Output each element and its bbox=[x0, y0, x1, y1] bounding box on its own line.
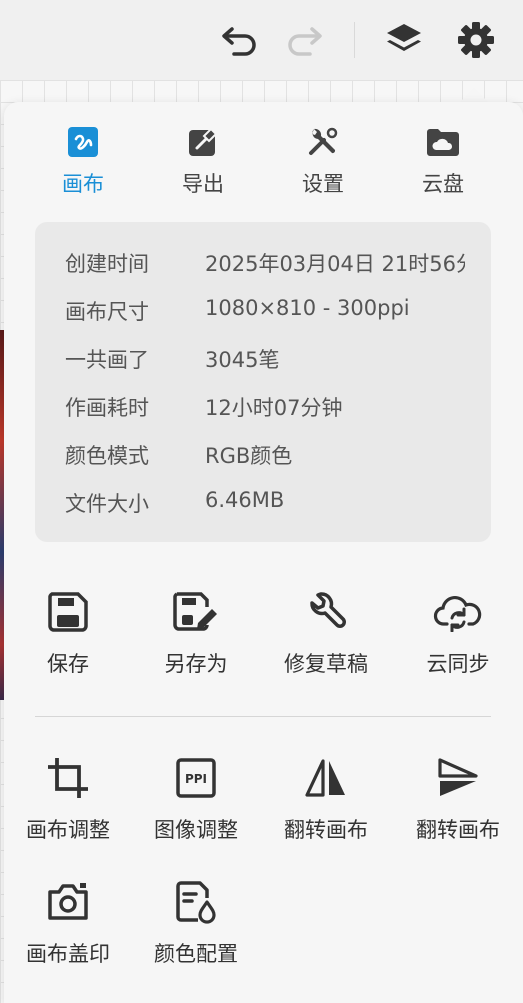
section-divider bbox=[35, 716, 491, 717]
canvas-adjust-button[interactable]: 画布调整 bbox=[8, 754, 128, 844]
flip-canvas-horizontal-button[interactable]: 翻转画布 bbox=[266, 754, 386, 844]
settings-button[interactable] bbox=[454, 18, 498, 62]
info-value: 2025年03月04日 21时56分 bbox=[205, 252, 465, 276]
tools-icon bbox=[309, 127, 338, 155]
cloud-drive-icon bbox=[427, 129, 459, 156]
save-button[interactable]: 保存 bbox=[8, 588, 128, 678]
tab-canvas[interactable]: 画布 bbox=[28, 124, 138, 198]
info-key: 颜色模式 bbox=[65, 444, 149, 468]
color-config-button[interactable]: 颜色配置 bbox=[136, 878, 256, 968]
color-file-icon bbox=[176, 881, 216, 924]
redo-button[interactable] bbox=[282, 18, 326, 62]
repair-draft-button[interactable]: 修复草稿 bbox=[266, 588, 386, 678]
info-value: RGB颜色 bbox=[205, 444, 293, 468]
flip-canvas-horizontal-label: 翻转画布 bbox=[284, 818, 368, 842]
info-value: 1080×810 - 300ppi bbox=[205, 296, 410, 320]
tab-canvas-label: 画布 bbox=[62, 172, 104, 196]
info-value: 12小时07分钟 bbox=[205, 396, 343, 420]
redo-icon bbox=[288, 27, 322, 56]
flip-horizontal-icon bbox=[305, 759, 345, 797]
tab-export-label: 导出 bbox=[182, 172, 224, 196]
info-key: 文件大小 bbox=[65, 492, 149, 516]
panel-pointer bbox=[460, 88, 488, 102]
canvas-adjust-label: 画布调整 bbox=[26, 818, 110, 842]
export-icon bbox=[189, 127, 218, 156]
layers-icon bbox=[387, 24, 421, 51]
info-value: 3045笔 bbox=[205, 348, 280, 372]
toolbar-divider bbox=[354, 22, 355, 58]
flip-canvas-vertical-button[interactable]: 翻转画布 bbox=[398, 754, 518, 844]
top-toolbar bbox=[0, 0, 523, 80]
settings-icon bbox=[458, 22, 494, 58]
wrench-icon bbox=[310, 592, 346, 628]
save-icon bbox=[48, 592, 88, 632]
info-key: 一共画了 bbox=[65, 348, 149, 372]
color-config-label: 颜色配置 bbox=[154, 942, 238, 966]
info-key: 创建时间 bbox=[65, 252, 149, 276]
tab-cloud-drive-label: 云盘 bbox=[422, 172, 464, 196]
canvas-info-box: 创建时间 2025年03月04日 21时56分 画布尺寸 1080×810 - … bbox=[35, 222, 491, 542]
canvas-icon bbox=[68, 127, 98, 157]
save-label: 保存 bbox=[47, 652, 89, 676]
crop-icon bbox=[48, 758, 88, 798]
undo-icon bbox=[222, 27, 256, 56]
undo-button[interactable] bbox=[218, 18, 262, 62]
flip-vertical-icon bbox=[438, 758, 478, 796]
save-as-label: 另存为 bbox=[164, 652, 228, 676]
canvas-stamp-button[interactable]: 画布盖印 bbox=[8, 878, 128, 968]
canvas-stamp-label: 画布盖印 bbox=[26, 942, 110, 966]
image-adjust-button[interactable]: PPI 图像调整 bbox=[136, 754, 256, 844]
tab-settings-label: 设置 bbox=[302, 172, 344, 196]
tab-cloud-drive[interactable]: 云盘 bbox=[388, 124, 498, 198]
cloud-sync-button[interactable]: 云同步 bbox=[398, 588, 518, 678]
save-as-button[interactable]: 另存为 bbox=[136, 588, 256, 678]
cloud-sync-icon bbox=[433, 595, 482, 632]
flip-canvas-vertical-label: 翻转画布 bbox=[416, 818, 500, 842]
info-key: 作画耗时 bbox=[65, 396, 149, 420]
image-adjust-label: 图像调整 bbox=[154, 818, 238, 842]
ppi-badge-text: PPI bbox=[185, 772, 207, 786]
ppi-icon: PPI bbox=[176, 758, 216, 798]
info-value: 6.46MB bbox=[205, 488, 285, 512]
cloud-sync-label: 云同步 bbox=[426, 652, 490, 676]
repair-draft-label: 修复草稿 bbox=[284, 652, 368, 676]
layers-button[interactable] bbox=[382, 18, 426, 62]
canvas-menu-panel: 画布 导出 设置 云盘 创建时间 2025年03月04日 21时56分 画布尺寸… bbox=[4, 102, 523, 1003]
tab-export[interactable]: 导出 bbox=[148, 124, 258, 198]
camera-icon bbox=[48, 883, 88, 920]
save-as-icon bbox=[173, 592, 217, 631]
info-key: 画布尺寸 bbox=[65, 300, 149, 324]
tab-settings[interactable]: 设置 bbox=[268, 124, 378, 198]
